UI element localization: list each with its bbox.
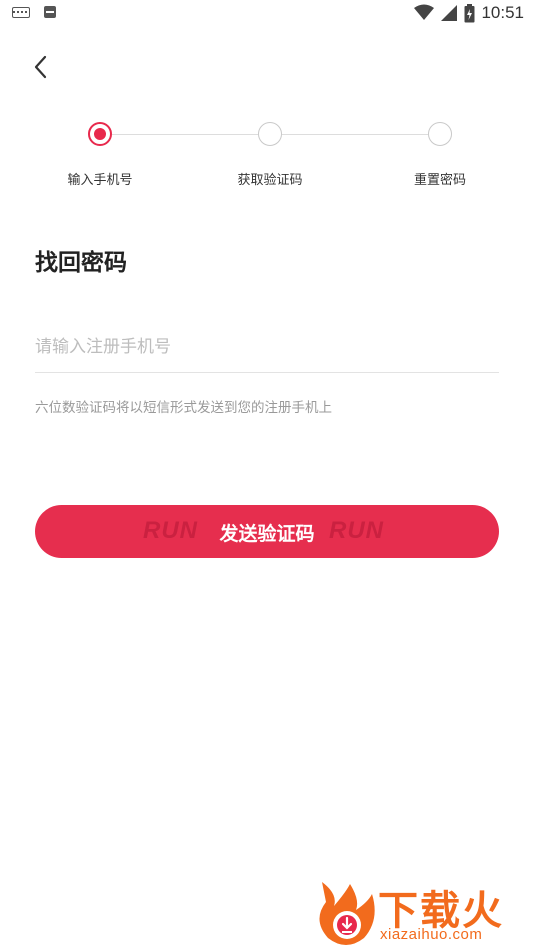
step-3-indicator: [428, 122, 452, 146]
step-connector: [112, 134, 258, 135]
watermark-logo: 下载火 xiazaihuo.com: [316, 880, 530, 946]
battery-icon: [464, 3, 475, 22]
wifi-icon: [414, 4, 435, 20]
flame-logo-icon: [319, 882, 375, 945]
phone-input[interactable]: [35, 322, 499, 373]
step-2-label: 获取验证码: [237, 173, 303, 188]
signal-icon: [441, 5, 458, 21]
status-bar: 10:51: [0, 0, 534, 28]
send-code-button[interactable]: RUN RUN 发送验证码: [35, 505, 499, 558]
step-1-indicator: [88, 122, 112, 146]
status-time: 10:51: [481, 3, 524, 22]
watermark-url: xiazaihuo.com: [380, 926, 483, 943]
page-title: 找回密码: [35, 250, 127, 276]
back-button[interactable]: [26, 50, 56, 84]
step-connector: [282, 134, 428, 135]
sms-hint-text: 六位数验证码将以短信形式发送到您的注册手机上: [35, 400, 332, 416]
send-code-label: 发送验证码: [219, 523, 315, 545]
keyboard-icon: [12, 6, 30, 18]
step-2-indicator: [258, 122, 282, 146]
progress-steps: 输入手机号 获取验证码 重置密码: [0, 118, 534, 198]
step-1-label: 输入手机号: [67, 173, 133, 188]
message-icon: [44, 6, 56, 18]
chevron-left-icon: [34, 55, 47, 79]
step-3-label: 重置密码: [413, 173, 467, 188]
